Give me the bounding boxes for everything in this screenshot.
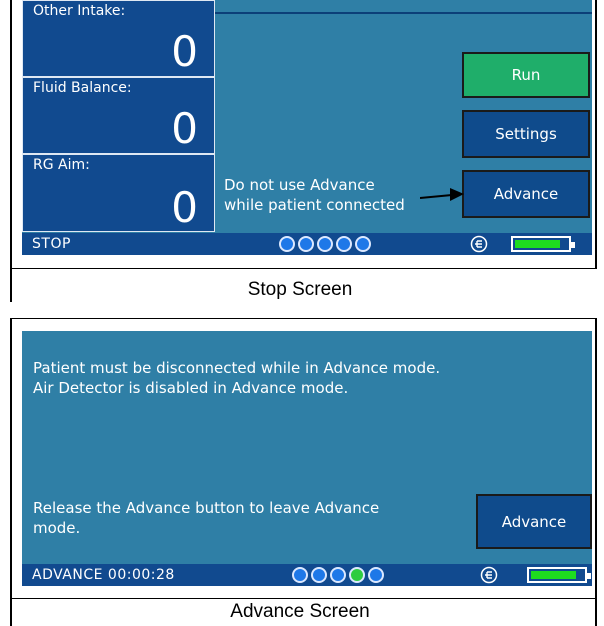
bolus-icon <box>480 566 498 584</box>
frame-right-line <box>595 318 597 626</box>
advance-button[interactable]: Advance <box>476 494 592 549</box>
settings-button[interactable]: Settings <box>462 110 590 158</box>
advance-screen-caption: Advance Screen <box>230 601 370 622</box>
frame-left-line <box>10 0 12 302</box>
release-instructions-line1: Release the Advance button to leave Adva… <box>33 499 380 517</box>
advance-mode-message-line1: Patient must be disconnected while in Ad… <box>33 359 441 377</box>
rg-aim-label: RG Aim: <box>33 157 90 173</box>
other-intake-value: 0 <box>171 27 198 76</box>
rg-aim-value: 0 <box>171 183 198 232</box>
run-button[interactable]: Run <box>462 52 590 98</box>
rg-aim-tile: RG Aim: 0 <box>22 154 215 232</box>
progress-dot-icon <box>292 567 308 583</box>
release-instructions: Release the Advance button to leave Adva… <box>33 498 379 538</box>
settings-button-label: Settings <box>495 125 557 143</box>
advance-status-bar: ADVANCE 00:00:28 <box>22 564 592 586</box>
progress-dot-icon <box>317 236 333 252</box>
arrow-right-icon <box>420 188 464 201</box>
other-intake-tile: Other Intake: 0 <box>22 0 215 77</box>
progress-dot-icon <box>336 236 352 252</box>
advance-warning-line2: while patient connected <box>224 196 405 214</box>
top-rule <box>215 12 592 14</box>
bolus-icon <box>470 235 488 253</box>
release-instructions-line2: mode. <box>33 519 81 537</box>
progress-dot-icon <box>355 236 371 252</box>
advance-button[interactable]: Advance <box>462 170 590 218</box>
advance-mode-message-line2: Air Detector is disabled in Advance mode… <box>33 379 349 397</box>
progress-dot-icon <box>368 567 384 583</box>
advance-status-text: ADVANCE 00:00:28 <box>32 567 175 583</box>
stop-screen-caption: Stop Screen <box>247 279 353 300</box>
progress-dot-icon <box>298 236 314 252</box>
battery-icon <box>527 567 591 583</box>
fluid-balance-label: Fluid Balance: <box>33 80 132 96</box>
progress-dots <box>292 567 384 583</box>
advance-screen: Patient must be disconnected while in Ad… <box>22 331 592 586</box>
frame-divider-line <box>10 598 597 599</box>
advance-warning: Do not use Advance while patient connect… <box>224 175 405 215</box>
battery-icon <box>511 236 575 252</box>
progress-dots <box>279 236 371 252</box>
progress-dot-active-icon <box>349 567 365 583</box>
fluid-balance-value: 0 <box>171 104 198 153</box>
run-button-label: Run <box>511 66 541 84</box>
progress-dot-icon <box>279 236 295 252</box>
frame-right-line <box>595 0 597 268</box>
advance-button-label: Advance <box>501 512 567 531</box>
frame-top-line <box>10 318 597 319</box>
progress-dot-icon <box>311 567 327 583</box>
other-intake-label: Other Intake: <box>33 3 126 19</box>
frame-divider-line <box>10 268 597 269</box>
status-text: STOP <box>32 236 71 252</box>
fluid-balance-tile: Fluid Balance: 0 <box>22 77 215 154</box>
advance-warning-line1: Do not use Advance <box>224 176 375 194</box>
advance-button-label: Advance <box>493 185 559 203</box>
advance-mode-message: Patient must be disconnected while in Ad… <box>33 358 440 398</box>
stop-screen: Other Intake: 0 Fluid Balance: 0 RG Aim:… <box>22 0 592 255</box>
frame-left-line <box>10 318 12 626</box>
progress-dot-icon <box>330 567 346 583</box>
stop-status-bar: STOP <box>22 233 592 255</box>
